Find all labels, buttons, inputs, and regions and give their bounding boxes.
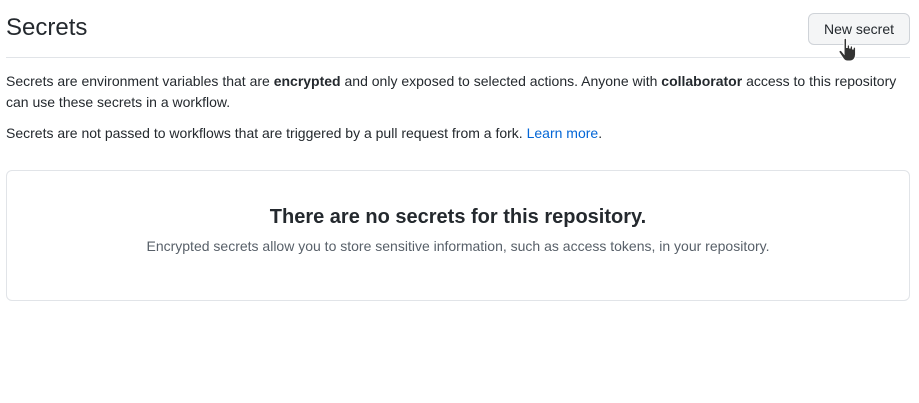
empty-state: There are no secrets for this repository… [6, 170, 910, 301]
secrets-page: Secrets New secret Secrets are environme… [0, 0, 919, 403]
empty-state-title: There are no secrets for this repository… [269, 206, 647, 228]
fork-notice-text: Secrets are not passed to workflows that… [6, 125, 527, 141]
desc-text-2: and only exposed to selected actions. An… [340, 73, 662, 89]
page-header: Secrets New secret [6, 0, 910, 58]
new-secret-button[interactable]: New secret [807, 13, 910, 45]
desc-bold-encrypted: encrypted [273, 73, 341, 89]
fork-notice: Secrets are not passed to workflows that… [6, 123, 906, 144]
fork-notice-end: . [598, 125, 603, 141]
empty-state-text: Encrypted secrets allow you to store sen… [146, 238, 770, 254]
learn-more-link[interactable]: Learn more [527, 125, 599, 141]
desc-bold-collaborator: collaborator [661, 73, 743, 89]
page-title: Secrets [6, 14, 88, 41]
desc-text-1: Secrets are environment variables that a… [6, 73, 274, 89]
secrets-description: Secrets are environment variables that a… [6, 71, 906, 113]
